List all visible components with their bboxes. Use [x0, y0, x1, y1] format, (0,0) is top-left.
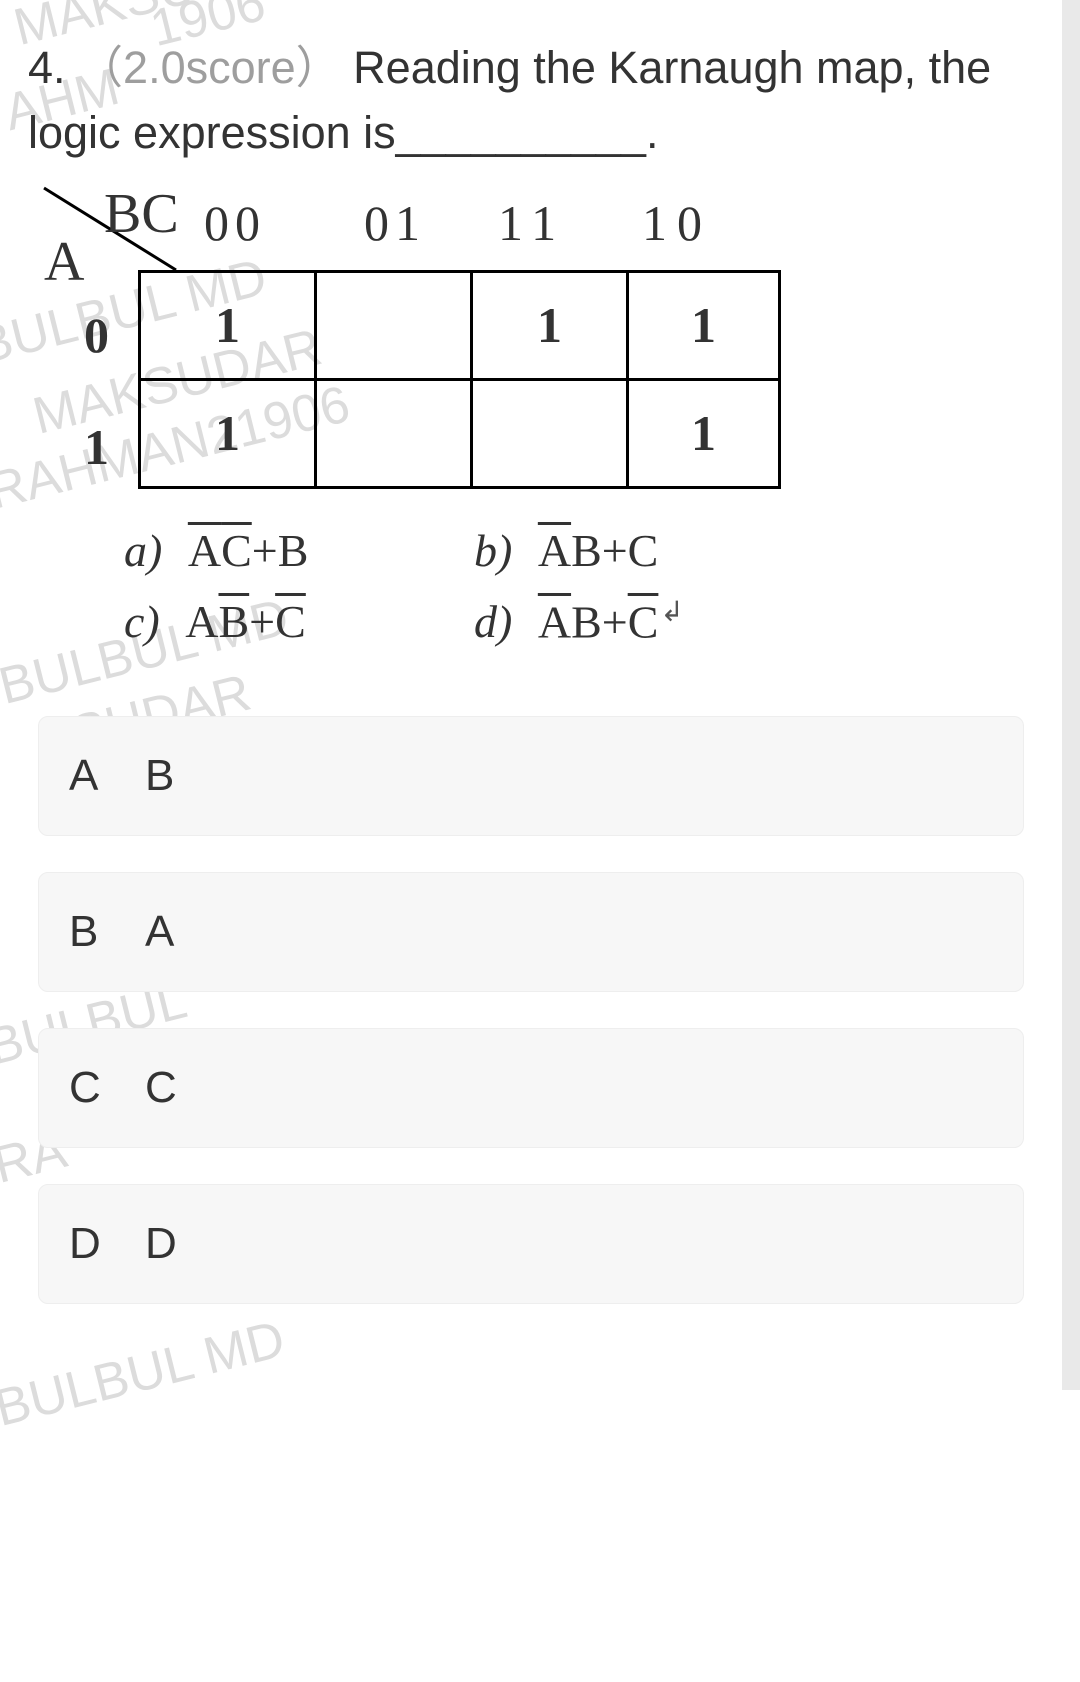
watermark: BULBUL MD [0, 1309, 291, 1439]
option-letter: B [69, 907, 109, 957]
question-number: 4. [28, 42, 66, 93]
option-letter: A [69, 751, 109, 801]
kmap-col-header: 11 [498, 194, 566, 252]
option-text: A [145, 907, 174, 957]
kmap-col-header: 10 [642, 194, 712, 252]
kmap-cell: 1 [140, 271, 316, 379]
choice-c: c) AB+C [124, 595, 464, 648]
choice-expr: AB+C [538, 596, 659, 647]
karnaugh-map: BC A 00 01 11 10 0 1 1 1 1 1 1 [28, 188, 1034, 508]
kmap-col-header: 01 [364, 194, 426, 252]
kmap-cell [472, 379, 628, 487]
choice-label: a) [124, 525, 162, 576]
choice-label: b) [474, 525, 512, 576]
choice-label: c) [124, 596, 160, 647]
kmap-col-var: BC [104, 182, 179, 246]
choice-label: d) [474, 596, 512, 647]
kmap-row-header: 0 [84, 306, 109, 364]
choice-expr: AB+C [538, 525, 659, 576]
right-border [1062, 0, 1080, 1390]
option-b[interactable]: B A [38, 872, 1024, 992]
question-text-after: . [646, 107, 659, 158]
answer-options: A B B A C C D D [38, 716, 1024, 1304]
kmap-cell: 1 [628, 379, 780, 487]
kmap-row-header: 1 [84, 418, 109, 476]
kmap-cell [316, 271, 472, 379]
kmap-cell: 1 [628, 271, 780, 379]
kmap-cell: 1 [140, 379, 316, 487]
kmap-row-var: A [44, 230, 84, 294]
kmap-grid: 1 1 1 1 1 [138, 270, 781, 489]
option-letter: C [69, 1063, 109, 1113]
option-letter: D [69, 1219, 109, 1269]
choice-a: a) AC+B [124, 524, 464, 577]
return-icon: ↲ [660, 595, 683, 629]
option-a[interactable]: A B [38, 716, 1024, 836]
option-c[interactable]: C C [38, 1028, 1024, 1148]
option-text: C [145, 1063, 177, 1113]
question-score: （2.0score） [78, 42, 341, 93]
kmap-cell: 1 [472, 271, 628, 379]
option-text: D [145, 1219, 177, 1269]
option-text: B [145, 751, 174, 801]
choice-expr: AB+C [185, 596, 306, 647]
option-d[interactable]: D D [38, 1184, 1024, 1304]
kmap-cell [316, 379, 472, 487]
question-block: 4. （2.0score） Reading the Karnaugh map, … [0, 0, 1062, 648]
formula-choices: a) AC+B b) AB+C c) AB+C d) AB+C↲ [28, 524, 1034, 648]
kmap-col-header: 00 [204, 194, 266, 252]
question-stem: 4. （2.0score） Reading the Karnaugh map, … [28, 35, 1034, 166]
choice-d: d) AB+C↲ [474, 595, 814, 648]
choice-b: b) AB+C [474, 524, 814, 577]
blank: __________ [396, 107, 646, 158]
choice-expr: AC+B [188, 525, 309, 576]
